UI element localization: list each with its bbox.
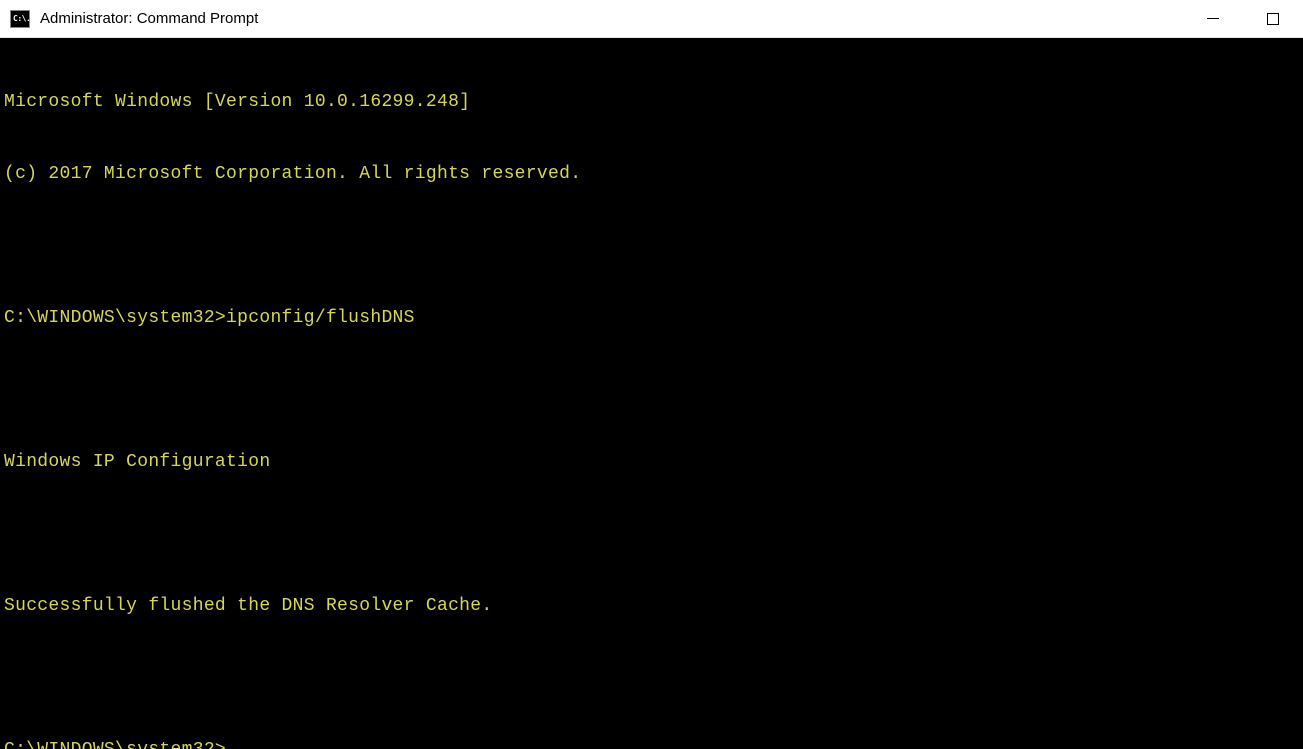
terminal-blank-line [4,666,1299,690]
cmd-icon-text: C:\. [13,14,30,23]
cmd-icon: C:\. [10,10,30,28]
terminal-line: (c) 2017 Microsoft Corporation. All righ… [4,162,1299,186]
minimize-icon [1207,18,1219,20]
terminal-output[interactable]: Microsoft Windows [Version 10.0.16299.24… [0,38,1303,749]
window-controls [1183,0,1303,37]
terminal-blank-line [4,234,1299,258]
terminal-prompt-line: C:\WINDOWS\system32> [4,738,1299,749]
maximize-button[interactable] [1243,0,1303,37]
window-title: Administrator: Command Prompt [40,10,258,27]
minimize-button[interactable] [1183,0,1243,37]
terminal-line: Windows IP Configuration [4,450,1299,474]
terminal-blank-line [4,378,1299,402]
terminal-line: Successfully flushed the DNS Resolver Ca… [4,594,1299,618]
terminal-blank-line [4,522,1299,546]
terminal-line: Microsoft Windows [Version 10.0.16299.24… [4,90,1299,114]
terminal-prompt-line: C:\WINDOWS\system32>ipconfig/flushDNS [4,306,1299,330]
window-titlebar[interactable]: C:\. Administrator: Command Prompt [0,0,1303,38]
maximize-icon [1267,13,1279,25]
